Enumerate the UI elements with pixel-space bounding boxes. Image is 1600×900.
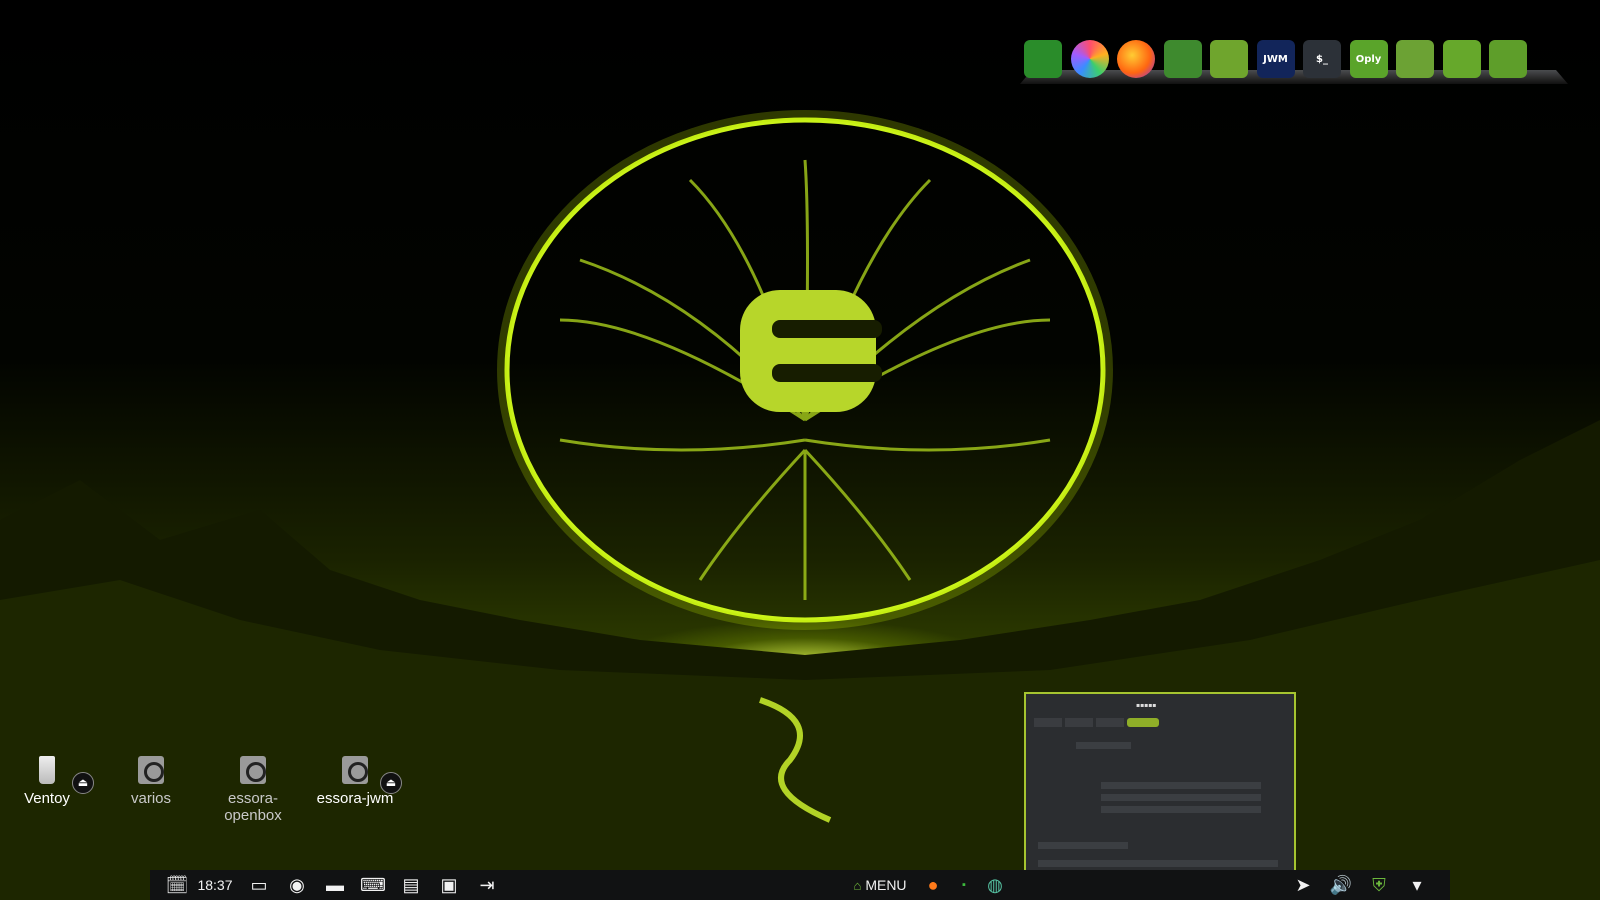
menu-home-icon: ⌂ [853, 877, 862, 893]
firefox-task-icon[interactable]: ● [914, 870, 952, 900]
oply-screencast-icon[interactable] [1442, 40, 1481, 78]
dock-icon-label: $_ [1316, 53, 1328, 65]
logout-icon[interactable]: ⇥ [468, 870, 506, 900]
home-folder-icon[interactable] [1163, 40, 1202, 78]
hard-drive-icon [138, 756, 164, 784]
volume-icon[interactable]: 🔊 [1322, 870, 1360, 900]
oply-video-icon[interactable] [1489, 40, 1527, 78]
photos-icon[interactable] [1070, 40, 1109, 78]
telegram-icon[interactable]: ➤ [1284, 870, 1322, 900]
preview-row [1076, 742, 1131, 749]
menu-label: MENU [865, 877, 907, 893]
preview-tab [1065, 718, 1093, 727]
eject-icon[interactable]: ⏏ [72, 772, 94, 794]
archive-icon[interactable] [1210, 40, 1248, 78]
show-desktop-icon[interactable]: ▭ [240, 870, 278, 900]
jwm-config-icon[interactable]: JWM [1256, 40, 1295, 78]
oply-icon[interactable]: Oply [1349, 40, 1388, 78]
preview-row [1101, 806, 1261, 813]
hard-drive-icon [240, 756, 266, 784]
desktop-drive-1[interactable]: varios [103, 752, 199, 807]
preview-tab [1034, 718, 1062, 727]
calendar-clock-icon[interactable]: 🗓 [158, 870, 196, 900]
preview-row [1101, 782, 1261, 789]
terminal-icon[interactable]: ⌨ [354, 870, 392, 900]
shield-icon[interactable]: ⛨ [1360, 870, 1398, 900]
package-icon[interactable]: ▣ [430, 870, 468, 900]
window-thumbnail-preview[interactable]: ▪▪▪▪▪ [1024, 692, 1296, 872]
dock-icon-label: Oply [1355, 53, 1382, 65]
drive-label: essora- openbox [224, 790, 282, 824]
drives-icon[interactable] [1024, 40, 1062, 78]
hard-drive-icon [342, 756, 368, 784]
text-editor-icon[interactable]: ▤ [392, 870, 430, 900]
usb-drive-icon [39, 756, 55, 784]
application-dock: JWM $_ Oply [1020, 36, 1568, 84]
terminal-icon[interactable]: $_ [1303, 40, 1341, 78]
terminal-task-icon[interactable]: ▪ [952, 870, 976, 900]
oply-radio-icon[interactable] [1396, 40, 1434, 78]
menu-button[interactable]: ⌂ MENU [846, 870, 914, 900]
wifi-icon[interactable]: ▾ [1398, 870, 1436, 900]
eject-icon[interactable]: ⏏ [380, 772, 402, 794]
drive-label: varios [130, 790, 171, 807]
app-task-icon[interactable]: ◍ [976, 870, 1014, 900]
desktop-drive-2[interactable]: essora- openbox [205, 752, 301, 824]
dock-icon-label: JWM [1263, 53, 1288, 65]
preview-tabs [1034, 718, 1159, 727]
file-manager-icon[interactable]: ▬ [316, 870, 354, 900]
firefox-icon[interactable] [1117, 40, 1155, 78]
preview-tab [1096, 718, 1124, 727]
taskbar: 🗓 18:37 ▭ ◉ ▬ ⌨ ▤ ▣ ⇥ ⌂ MENU ● ▪ ◍ ➤ 🔊 ⛨… [150, 870, 1450, 900]
preview-window-title: ▪▪▪▪▪ [1136, 702, 1157, 709]
preview-row [1038, 842, 1128, 849]
clock[interactable]: 18:37 [196, 870, 234, 900]
preview-row [1101, 794, 1261, 801]
preview-row [1038, 860, 1278, 867]
preview-tab-active [1127, 718, 1159, 727]
firefox-icon[interactable]: ◉ [278, 870, 316, 900]
